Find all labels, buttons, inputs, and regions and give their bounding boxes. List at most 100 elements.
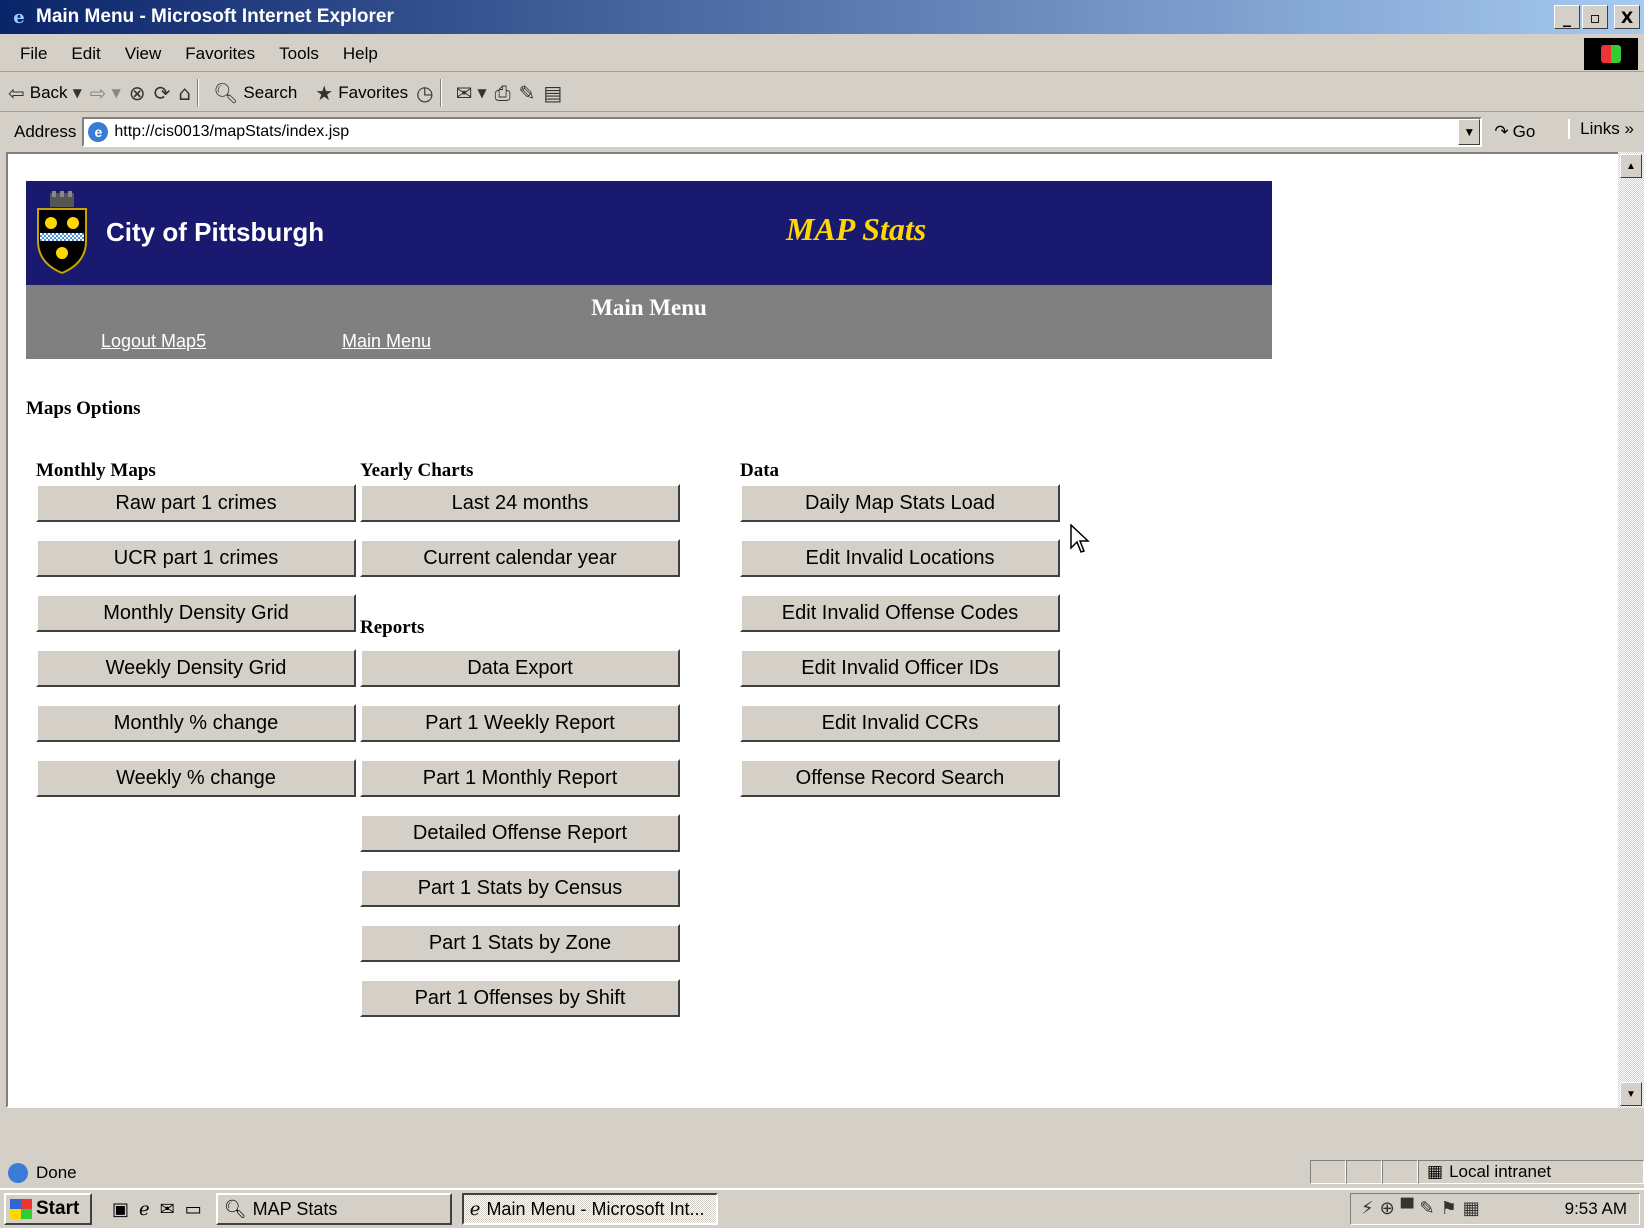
address-input[interactable]: e http://cis0013/mapStats/index.jsp ▼	[82, 117, 1483, 147]
ie-launch-icon[interactable]: ℯ	[139, 1199, 150, 1220]
maximize-button[interactable]: ▫	[1582, 5, 1608, 29]
header-banner: City of Pittsburgh MAP Stats	[26, 181, 1272, 285]
desktop-icon[interactable]: ▭	[185, 1199, 202, 1220]
task-label: Main Menu - Microsoft Int...	[486, 1198, 705, 1219]
print-button[interactable]: ⎙	[495, 81, 511, 105]
favorites-button[interactable]: ★ Favorites	[315, 81, 408, 105]
status-panels: ▦ Local intranet	[1310, 1160, 1644, 1186]
edit-button[interactable]: ✎	[519, 81, 536, 105]
data-export-button[interactable]: Data Export	[360, 649, 680, 687]
network-icon[interactable]: ⚡	[1361, 1198, 1374, 1219]
edit-invalid-ccrs-button[interactable]: Edit Invalid CCRs	[740, 704, 1060, 742]
main-menu-link[interactable]: Main Menu	[342, 331, 431, 352]
start-button[interactable]: Start	[4, 1193, 92, 1225]
status-text: Done	[36, 1163, 77, 1182]
scroll-down-icon[interactable]: ▼	[1620, 1082, 1642, 1106]
menu-file[interactable]: File	[0, 44, 59, 64]
pencil-icon[interactable]: ✎	[1420, 1198, 1435, 1219]
raw-part1-crimes-button[interactable]: Raw part 1 crimes	[36, 484, 356, 522]
document-icon: ▤	[543, 80, 563, 105]
back-button[interactable]: ⇦ Back ▼	[8, 81, 82, 105]
address-dropdown-icon[interactable]: ▼	[1458, 119, 1481, 145]
part1-stats-by-zone-button[interactable]: Part 1 Stats by Zone	[360, 924, 680, 962]
forward-button[interactable]: ⇨ ▼	[90, 81, 121, 105]
links-button[interactable]: Links »	[1568, 119, 1634, 139]
edit-icon: ✎	[518, 80, 536, 105]
edit-invalid-locations-button[interactable]: Edit Invalid Locations	[740, 539, 1060, 577]
city-seal-icon	[37, 191, 87, 275]
links-label: Links	[1580, 119, 1620, 138]
menu-tools[interactable]: Tools	[267, 44, 331, 64]
weekly-percent-change-button[interactable]: Weekly % change	[36, 759, 356, 797]
forward-dropdown-icon[interactable]: ▼	[112, 86, 121, 100]
task-map-stats[interactable]: 🔍︎ MAP Stats	[215, 1193, 452, 1225]
weekly-density-grid-button[interactable]: Weekly Density Grid	[36, 649, 356, 687]
monthly-density-grid-button[interactable]: Monthly Density Grid	[36, 594, 356, 632]
intranet-icon: ▦	[1427, 1162, 1444, 1181]
daily-map-stats-load-button[interactable]: Daily Map Stats Load	[740, 484, 1060, 522]
search-label: Search	[243, 82, 298, 102]
favorites-label: Favorites	[338, 82, 409, 102]
vertical-scrollbar[interactable]: ▲ ▼	[1618, 152, 1644, 1108]
part1-monthly-report-button[interactable]: Part 1 Monthly Report	[360, 759, 680, 797]
page-status-icon	[8, 1163, 28, 1183]
start-label: Start	[36, 1198, 80, 1219]
outlook-icon[interactable]: ✉	[160, 1199, 175, 1220]
ucr-part1-crimes-button[interactable]: UCR part 1 crimes	[36, 539, 356, 577]
tray-icons: ⚡ ⊕ ▀ ✎ ⚑ ▦	[1361, 1198, 1480, 1219]
clock: 9:53 AM	[1564, 1199, 1627, 1218]
stop-icon: ⊗	[128, 80, 146, 105]
edit-invalid-offense-codes-button[interactable]: Edit Invalid Offense Codes	[740, 594, 1060, 632]
back-label: Back	[29, 82, 68, 102]
part1-offenses-by-shift-button[interactable]: Part 1 Offenses by Shift	[360, 979, 680, 1017]
home-icon: ⌂	[178, 80, 192, 105]
page-heading: Main Menu	[591, 295, 707, 320]
city-name: City of Pittsburgh	[106, 217, 325, 247]
history-button[interactable]: ◷	[416, 81, 433, 105]
quick-launch: ▣ ℯ ✉ ▭	[112, 1199, 202, 1220]
edit-invalid-officer-ids-button[interactable]: Edit Invalid Officer IDs	[740, 649, 1060, 687]
favorites-icon: ★	[315, 80, 334, 105]
window-controls: _ ▫ X	[1554, 5, 1640, 29]
monitor-icon[interactable]: ▀	[1401, 1198, 1414, 1219]
go-button[interactable]: ↷ Go	[1494, 122, 1535, 142]
part1-stats-by-census-button[interactable]: Part 1 Stats by Census	[360, 869, 680, 907]
part1-weekly-report-button[interactable]: Part 1 Weekly Report	[360, 704, 680, 742]
search-window-icon: 🔍︎	[223, 1198, 247, 1219]
close-button[interactable]: X	[1614, 5, 1640, 29]
refresh-button[interactable]: ⟳	[154, 81, 171, 105]
computer-icon[interactable]: ▦	[1463, 1198, 1480, 1219]
current-calendar-year-button[interactable]: Current calendar year	[360, 539, 680, 577]
nav-bar: Main Menu Logout Map5 Main Menu	[26, 285, 1272, 359]
last-24-months-button[interactable]: Last 24 months	[360, 484, 680, 522]
menu-edit[interactable]: Edit	[59, 44, 112, 64]
stop-button[interactable]: ⊗	[129, 81, 146, 105]
address-url[interactable]: http://cis0013/mapStats/index.jsp	[114, 123, 349, 141]
menu-help[interactable]: Help	[331, 44, 390, 64]
back-dropdown-icon[interactable]: ▼	[73, 86, 82, 100]
minimize-button[interactable]: _	[1554, 5, 1580, 29]
flag-icon[interactable]: ⚑	[1441, 1198, 1457, 1219]
mail-button[interactable]: ✉ ▼	[456, 81, 487, 105]
taskbar: Start ▣ ℯ ✉ ▭ 🔍︎ MAP Stats ℯ Main Menu -…	[0, 1188, 1644, 1228]
menu-favorites[interactable]: Favorites	[173, 44, 267, 64]
logout-link[interactable]: Logout Map5	[101, 331, 206, 352]
home-button[interactable]: ⌂	[178, 81, 191, 105]
refresh-icon: ⟳	[153, 80, 171, 105]
toolbar-separator	[439, 78, 442, 107]
scroll-up-icon[interactable]: ▲	[1620, 154, 1642, 178]
antivirus-icon[interactable]: ⊕	[1380, 1198, 1395, 1219]
mail-dropdown-icon[interactable]: ▼	[477, 86, 486, 100]
discuss-button[interactable]: ▤	[543, 81, 562, 105]
offense-record-search-button[interactable]: Offense Record Search	[740, 759, 1060, 797]
detailed-offense-report-button[interactable]: Detailed Offense Report	[360, 814, 680, 852]
menu-view[interactable]: View	[113, 44, 174, 64]
task-main-menu[interactable]: ℯ Main Menu - Microsoft Int...	[461, 1193, 718, 1225]
go-label: Go	[1512, 122, 1536, 141]
search-button[interactable]: 🔍︎ Search	[213, 81, 297, 105]
mouse-cursor-icon	[1070, 524, 1090, 553]
show-desktop-icon[interactable]: ▣	[112, 1199, 129, 1220]
mail-icon: ✉	[455, 80, 473, 105]
monthly-percent-change-button[interactable]: Monthly % change	[36, 704, 356, 742]
search-icon: 🔍︎	[213, 80, 239, 105]
